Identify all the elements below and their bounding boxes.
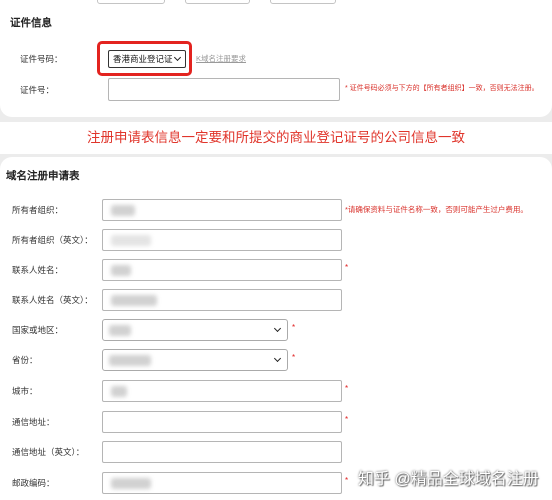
required-mark: *	[345, 384, 349, 393]
required-mark: *	[292, 323, 296, 332]
postal-code-input[interactable]	[102, 472, 342, 494]
address-en-input[interactable]	[102, 441, 342, 463]
required-mark: *	[292, 353, 296, 362]
contact-name-en-label: 联系人姓名（英文）：	[12, 295, 93, 305]
top-tab-box[interactable]	[185, 0, 250, 4]
redacted-value	[111, 386, 127, 397]
contact-name-en-input[interactable]	[102, 289, 342, 311]
redacted-value	[109, 325, 131, 336]
redacted-value	[111, 265, 131, 276]
owner-org-en-label: 所有者组织（英文）：	[12, 235, 93, 245]
owner-org-label: 所有者组织：	[12, 205, 64, 215]
form-title: 域名注册申请表	[6, 170, 80, 182]
id-number-note: * 证件号码必须与下方的【所有者组织】一致，否则无法注册。	[345, 85, 539, 92]
top-tab-box[interactable]	[270, 0, 336, 4]
id-type-value: 香港商业登记证	[113, 54, 173, 64]
id-number-input[interactable]	[108, 78, 340, 101]
watermark: 知乎 @精品全球域名注册	[358, 471, 539, 488]
address-label: 通信地址：	[12, 417, 55, 427]
warning-banner: 注册申请表信息一定要和所提交的商业登记证号的公司信息一致	[0, 122, 552, 154]
address-input[interactable]	[102, 411, 342, 433]
city-input[interactable]	[102, 380, 342, 402]
id-number-label: 证件号：	[20, 85, 55, 95]
id-type-label: 证件号码：	[20, 54, 63, 64]
country-select[interactable]	[102, 319, 288, 341]
contact-name-label: 联系人姓名：	[12, 265, 64, 275]
certificate-card: 证件信息 证件号码： 香港商业登记证 K域名注册要求 证件号： * 证件号码必须…	[0, 0, 552, 117]
country-label: 国家或地区：	[12, 325, 64, 335]
required-mark: *	[345, 476, 349, 485]
contact-name-input[interactable]	[102, 259, 342, 281]
chevron-down-icon	[273, 354, 282, 363]
id-type-select[interactable]: 香港商业登记证	[108, 50, 186, 68]
chevron-down-icon	[273, 324, 282, 333]
owner-org-input[interactable]	[102, 199, 342, 221]
province-select[interactable]	[102, 349, 288, 371]
postal-code-label: 邮政编码：	[12, 478, 55, 488]
certificate-section-title: 证件信息	[10, 17, 52, 29]
redacted-value	[111, 478, 151, 489]
required-mark: *	[345, 263, 349, 272]
redacted-value	[111, 205, 135, 216]
province-label: 省份：	[12, 355, 38, 365]
chevron-down-icon	[173, 53, 182, 62]
owner-org-note: *请确保资料与证件名称一致，否则可能产生过户费用。	[345, 205, 528, 214]
redacted-value	[111, 235, 151, 246]
top-tab-box[interactable]	[97, 0, 165, 4]
address-en-label: 通信地址（英文）：	[12, 447, 85, 457]
owner-org-en-input[interactable]	[102, 229, 342, 251]
redacted-value	[111, 295, 157, 306]
redacted-value	[109, 355, 151, 366]
page: 证件信息 证件号码： 香港商业登记证 K域名注册要求 证件号： * 证件号码必须…	[0, 0, 552, 500]
required-mark: *	[345, 415, 349, 424]
requirements-link[interactable]: K域名注册要求	[196, 52, 246, 66]
city-label: 城市：	[12, 386, 38, 396]
